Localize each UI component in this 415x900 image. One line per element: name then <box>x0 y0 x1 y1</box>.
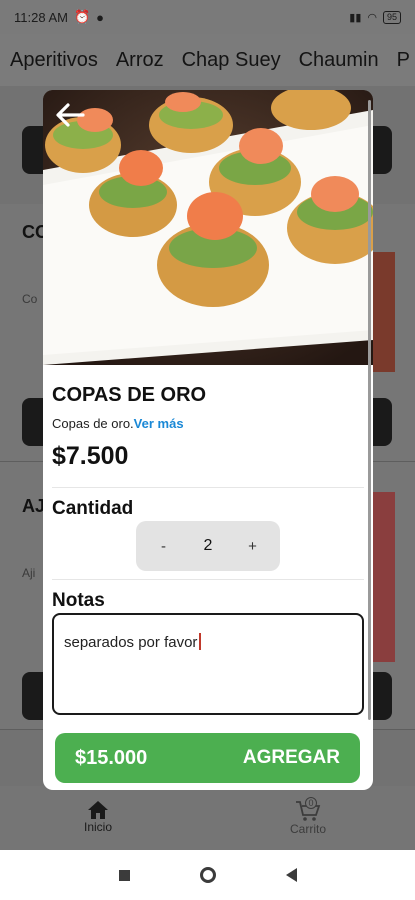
back-triangle-icon[interactable] <box>285 868 297 882</box>
product-name: COPAS DE ORO <box>52 384 207 406</box>
add-to-cart-button[interactable]: $15.000 AGREGAR <box>55 733 360 783</box>
bg-card-image <box>373 492 395 662</box>
category-tabs: Aperitivos Arroz Chap Suey Chaumin P <box>0 34 415 86</box>
bottom-navigation: Inicio 0 Carrito <box>0 786 415 850</box>
product-description: Copas de oro. <box>52 416 134 431</box>
nav-home-label: Inicio <box>84 820 113 834</box>
bg-card-image <box>373 252 395 372</box>
tab-aperitivos[interactable]: Aperitivos <box>10 49 98 72</box>
tab-chap-suey[interactable]: Chap Suey <box>182 49 281 72</box>
cart-count-badge: 0 <box>305 797 317 809</box>
home-icon <box>88 801 108 819</box>
quantity-label: Cantidad <box>52 498 134 519</box>
notes-label: Notas <box>52 590 105 611</box>
status-bar: 11:28 AM ⏰ ● ▮▮ ◠ 95 <box>0 0 415 34</box>
nav-home[interactable]: Inicio <box>84 800 112 834</box>
nav-cart-label: Carrito <box>290 822 327 836</box>
product-description-row: Copas de oro.Ver más <box>52 416 184 431</box>
add-button-total: $15.000 <box>75 746 148 769</box>
nav-cart[interactable]: 0 Carrito <box>290 797 327 836</box>
shrimp-appetizer-photo <box>43 90 373 365</box>
ver-mas-link[interactable]: Ver más <box>134 416 184 431</box>
status-time: 11:28 AM <box>14 9 68 25</box>
home-circle-icon[interactable] <box>199 867 216 883</box>
divider <box>52 579 364 580</box>
quantity-value: 2 <box>203 537 213 554</box>
wifi-icon: ◠ <box>367 11 377 24</box>
tab-arroz[interactable]: Arroz <box>116 49 164 72</box>
add-button-label: AGREGAR <box>242 747 340 768</box>
product-price: $7.500 <box>52 442 129 470</box>
arrow-left-icon <box>56 103 85 127</box>
tab-chaumin[interactable]: Chaumin <box>299 49 379 72</box>
app-notification-icon: ● <box>96 9 105 25</box>
quantity-stepper: - 2 + <box>136 521 280 571</box>
decrement-button[interactable]: - <box>149 538 179 555</box>
bg-card-desc: Aji <box>22 566 36 580</box>
back-button[interactable] <box>53 100 87 130</box>
system-navigation-bar <box>0 850 415 900</box>
recent-apps-icon[interactable] <box>118 869 130 881</box>
increment-button[interactable]: + <box>237 538 267 555</box>
notes-text: separados por favor <box>64 634 198 651</box>
product-image <box>43 90 373 365</box>
bg-card-title: AJ <box>22 496 46 516</box>
battery-icon: 95 <box>382 10 401 24</box>
divider <box>52 487 364 488</box>
text-cursor <box>199 633 201 650</box>
modal-scrollbar[interactable] <box>368 100 371 720</box>
signal-icon: ▮▮ <box>349 11 362 24</box>
alarm-icon: ⏰ <box>73 9 91 24</box>
notes-input[interactable]: separados por favor <box>52 613 364 715</box>
tab-next-partial[interactable]: P <box>397 49 410 72</box>
bg-card-desc: Co <box>22 292 38 306</box>
product-detail-modal: COPAS DE ORO Copas de oro.Ver más $7.500… <box>43 90 373 790</box>
